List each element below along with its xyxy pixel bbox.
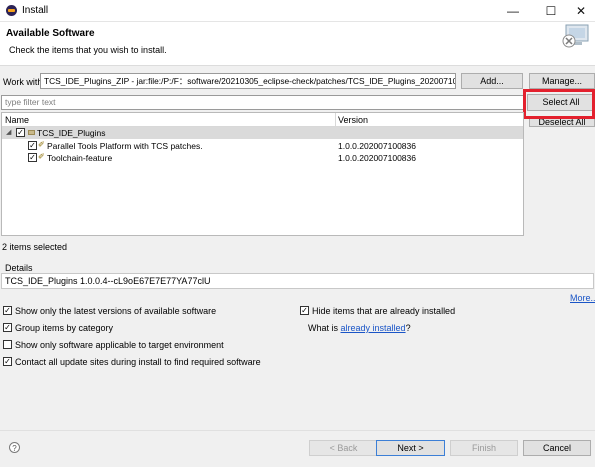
help-icon[interactable]: ? <box>9 442 20 453</box>
already-installed-link[interactable]: already installed <box>341 323 406 333</box>
finish-button[interactable]: Finish <box>450 440 518 456</box>
work-with-label: Work with: <box>3 77 45 87</box>
page-title: Available Software <box>6 28 95 39</box>
row-version: 1.0.0.202007100836 <box>338 153 416 163</box>
collapse-toggle-icon[interactable]: ◢ <box>6 128 11 136</box>
eclipse-icon <box>6 5 17 16</box>
cancel-button[interactable]: Cancel <box>523 440 591 456</box>
details-text: TCS_IDE_Plugins 1.0.0.4--cL9oE67E7E77YA7… <box>1 273 594 289</box>
maximize-button[interactable]: ☐ <box>535 0 567 22</box>
hide-installed-checkbox[interactable]: ✓ <box>300 306 309 315</box>
window-title: Install <box>22 5 49 16</box>
footer-divider <box>0 430 595 431</box>
work-with-value: TCS_IDE_Plugins_ZIP - jar:file:/P:/F：sof… <box>44 76 456 86</box>
minimize-button[interactable]: — <box>497 0 529 22</box>
row-checkbox[interactable]: ✓ <box>28 153 37 162</box>
next-button[interactable]: Next > <box>376 440 445 456</box>
contact-sites-label: Contact all update sites during install … <box>15 357 261 367</box>
row-checkbox[interactable]: ✓ <box>16 128 25 137</box>
column-header-name[interactable]: Name <box>5 115 29 125</box>
show-latest-label: Show only the latest versions of availab… <box>15 306 217 316</box>
plugin-feature-icon: ✐ <box>38 140 45 149</box>
filter-input[interactable]: type filter text <box>1 95 524 110</box>
show-applicable-label: Show only software applicable to target … <box>15 340 224 350</box>
group-category-label: Group items by category <box>15 323 114 333</box>
close-button[interactable]: ✕ <box>565 0 595 22</box>
contact-sites-checkbox[interactable]: ✓ <box>3 357 12 366</box>
column-divider[interactable] <box>335 113 336 127</box>
manage-button[interactable]: Manage... <box>529 73 595 89</box>
more-link[interactable]: More... <box>570 293 595 303</box>
highlight-box <box>523 89 595 119</box>
work-with-combo[interactable]: TCS_IDE_Plugins_ZIP - jar:file:/P:/F：sof… <box>40 73 456 89</box>
row-checkbox[interactable]: ✓ <box>28 141 37 150</box>
back-button[interactable]: < Back <box>309 440 378 456</box>
category-icon <box>28 130 35 135</box>
page-description: Check the items that you wish to install… <box>9 45 167 55</box>
what-is-installed-text: What is already installed? <box>308 323 411 333</box>
plugin-feature-icon: ✐ <box>38 152 45 161</box>
group-category-checkbox[interactable]: ✓ <box>3 323 12 332</box>
hide-installed-label: Hide items that are already installed <box>312 306 456 316</box>
row-name: Toolchain-feature <box>47 153 113 163</box>
selection-count: 2 items selected <box>2 242 68 252</box>
add-button[interactable]: Add... <box>461 73 523 89</box>
show-applicable-checkbox[interactable] <box>3 340 12 349</box>
install-wizard-icon <box>562 24 589 48</box>
show-latest-checkbox[interactable]: ✓ <box>3 306 12 315</box>
row-version: 1.0.0.202007100836 <box>338 141 416 151</box>
details-label: Details <box>5 263 33 273</box>
row-name: TCS_IDE_Plugins <box>37 128 106 138</box>
row-name: Parallel Tools Platform with TCS patches… <box>47 141 203 151</box>
column-header-version[interactable]: Version <box>338 115 368 125</box>
